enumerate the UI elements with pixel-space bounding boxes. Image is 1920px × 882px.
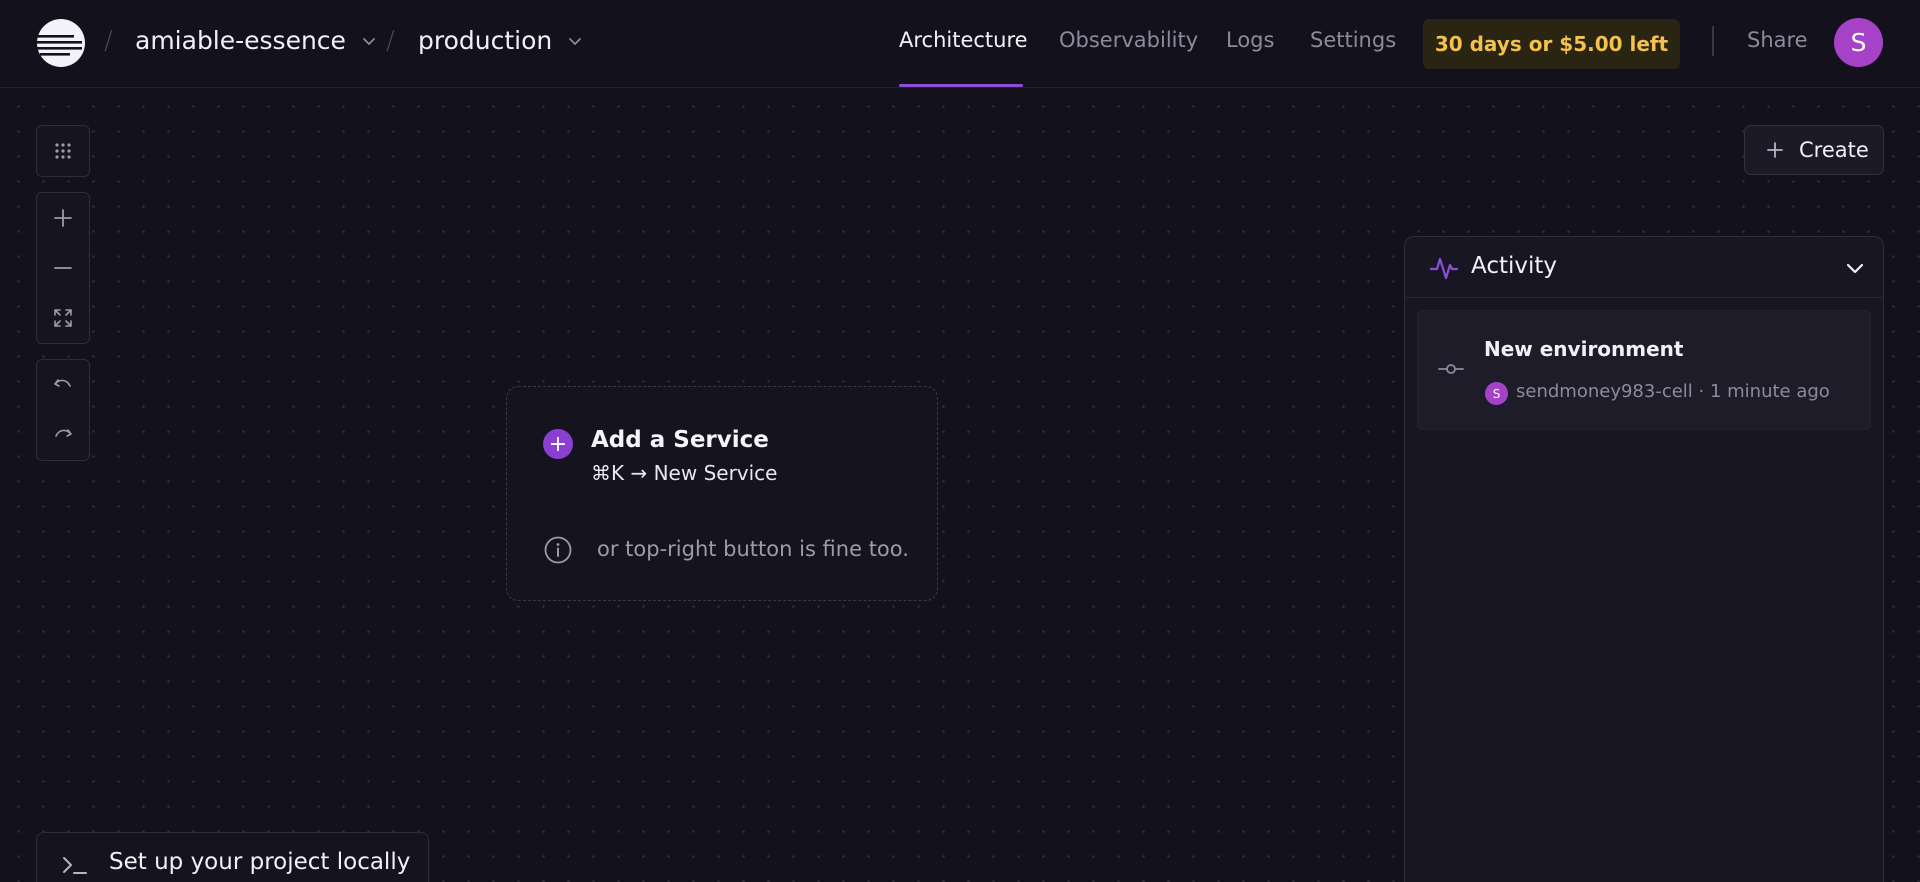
activity-header[interactable]: Activity [1405,237,1883,298]
redo-button[interactable] [37,410,89,460]
info-icon [544,536,572,564]
grid-icon [55,143,71,159]
terminal-icon [63,857,87,874]
plus-icon: + [543,429,573,459]
share-button[interactable]: Share [1747,28,1808,52]
chevron-down-icon[interactable] [1843,256,1867,280]
activity-panel: Activity New environment S sendmoney983-… [1404,236,1884,882]
chevron-down-icon [569,37,582,45]
environment-name: production [418,26,553,55]
history-controls [36,359,90,461]
header-divider [1712,26,1714,56]
trial-badge[interactable]: 30 days or $5.00 left [1423,19,1680,69]
fit-view-button[interactable] [37,293,89,343]
plus-icon [1767,142,1783,158]
chevron-down-icon [363,37,375,45]
activity-pulse-icon [1429,257,1459,280]
project-selector[interactable]: amiable-essence [135,26,378,55]
undo-button[interactable] [37,360,89,410]
add-service-hint: or top-right button is fine too. [597,537,909,561]
avatar: S [1485,382,1508,405]
zoom-controls [36,192,90,344]
user-avatar[interactable]: S [1834,18,1883,67]
activity-item-title: New environment [1484,337,1684,361]
project-name: amiable-essence [135,26,346,55]
tab-architecture[interactable]: Architecture [899,28,1028,52]
create-label: Create [1799,138,1869,162]
add-service-shortcut: ⌘K → New Service [591,461,778,485]
zoom-in-button[interactable] [37,193,89,243]
add-service-card[interactable]: + Add a Service ⌘K → New Service or top-… [506,386,938,601]
add-service-title: Add a Service [591,427,769,453]
undo-icon [54,379,71,387]
tab-logs[interactable]: Logs [1226,28,1274,52]
breadcrumb-separator: / [104,26,113,56]
activity-item-meta: sendmoney983-cell · 1 minute ago [1516,381,1830,402]
top-bar: / amiable-essence / production Architect… [0,0,1920,88]
local-setup-button[interactable]: Set up your project locally [36,832,429,882]
local-setup-label: Set up your project locally [109,849,411,875]
grid-menu-button[interactable] [37,126,89,176]
environment-selector[interactable]: production [418,26,584,55]
create-button[interactable]: Create [1744,125,1884,175]
breadcrumb-separator: / [386,26,395,56]
commit-icon [1438,364,1464,374]
canvas-menu-group [36,125,90,177]
zoom-out-button[interactable] [37,243,89,293]
fit-view-icon [54,309,72,327]
active-tab-indicator [899,84,1023,87]
tab-settings[interactable]: Settings [1310,28,1396,52]
activity-title: Activity [1471,253,1558,279]
zoom-out-icon [54,267,72,269]
railway-logo-icon[interactable] [36,18,86,68]
redo-icon [55,429,72,437]
activity-item[interactable]: New environment S sendmoney983-cell · 1 … [1417,310,1871,430]
tab-observability[interactable]: Observability [1059,28,1198,52]
zoom-in-icon [54,209,72,227]
